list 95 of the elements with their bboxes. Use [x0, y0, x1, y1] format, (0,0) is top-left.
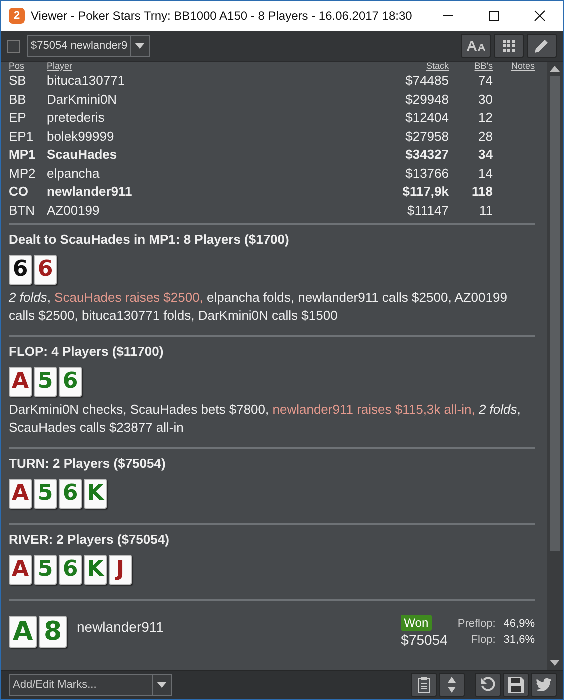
table-cell-text: $27958 — [404, 128, 449, 145]
scroll-up-icon[interactable] — [550, 66, 560, 72]
notes-button[interactable] — [411, 673, 437, 697]
table-cell-text: $34327 — [404, 146, 449, 164]
table-cell-text: $74485 — [404, 72, 449, 90]
table-cell-text: newlander911 — [47, 183, 134, 200]
table-cell-text: 34 — [478, 146, 494, 164]
playing-card: 6 — [59, 367, 82, 397]
equity-value: 46,9% — [504, 616, 535, 632]
save-icon — [508, 677, 524, 693]
table-cell-text: ScauHades — [47, 146, 118, 164]
street-heading: Dealt to ScauHades in MP1: 8 Players ($1700) — [9, 232, 290, 247]
bird-icon — [536, 678, 552, 692]
table-cell-text: 11 — [478, 202, 494, 219]
column-header[interactable]: BB's — [449, 62, 495, 71]
table-cell-text: MP1 — [9, 146, 37, 164]
playing-card: 6 — [34, 255, 57, 285]
hand-dropdown[interactable]: $75054 newlander9 — [27, 35, 150, 57]
playing-card: 5 — [34, 367, 57, 397]
table-cell-text: 28 — [478, 128, 494, 145]
playing-card: 8 — [39, 616, 67, 648]
maximize-icon — [488, 10, 500, 22]
playing-card: A — [9, 616, 37, 648]
equity-label: Flop: — [470, 632, 496, 648]
marks-dropdown[interactable]: Add/Edit Marks... — [9, 674, 172, 696]
action-text: DarKmini0N checks, ScauHades bets $7800, newlander911 raises $115,3k all-in, 2 folds, ScauHades calls $23877 all-in — [9, 401, 522, 437]
font-size-button[interactable] — [461, 34, 491, 58]
sort-button[interactable] — [439, 673, 465, 697]
playing-card: 6 — [59, 479, 82, 509]
pencil-icon — [535, 39, 549, 53]
column-header[interactable]: Pos — [9, 62, 47, 71]
table-cell-text: bituca130771 — [47, 72, 126, 90]
table-cell-text: DarKmini0N — [47, 90, 118, 108]
table-cell-text: 12 — [478, 109, 494, 126]
playing-card: K — [84, 479, 107, 509]
scroll-down-icon[interactable] — [550, 660, 560, 666]
table-cell-text: elpancha — [47, 164, 101, 182]
playing-card: A — [9, 479, 32, 509]
table-cell-text: $13766 — [404, 164, 449, 182]
table-cell-text: BTN — [9, 202, 36, 219]
column-header[interactable]: Stack — [369, 62, 449, 71]
window-title: Viewer - Poker Stars Trny: BB1000 A150 - 8 Players - 16.06.2017 18:30 — [31, 9, 414, 23]
column-header[interactable]: Player — [47, 62, 369, 71]
street-heading: RIVER: 2 Players ($75054) — [9, 532, 170, 547]
table-cell-text: $11147 — [406, 202, 449, 219]
table-cell-text: EP — [9, 109, 28, 126]
scroll-thumb[interactable] — [550, 76, 560, 551]
playing-card: J — [109, 555, 132, 585]
up-down-icon — [448, 677, 456, 693]
playing-card: A — [9, 555, 32, 585]
edit-button[interactable] — [527, 34, 557, 58]
table-cell-text: 118 — [471, 183, 494, 200]
table-cell-text: MP2 — [9, 164, 37, 182]
grid-button[interactable] — [494, 34, 524, 58]
won-amount: $75054 — [401, 632, 448, 648]
playing-card: 6 — [9, 255, 32, 285]
playing-card: K — [84, 555, 107, 585]
table-cell-text: 74 — [478, 72, 494, 90]
save-button[interactable] — [503, 673, 529, 697]
equity-value: 31,6% — [504, 632, 535, 648]
font-size-icon — [467, 41, 485, 51]
table-cell-text: $12404 — [404, 109, 449, 126]
table-cell-text: pretederis — [47, 109, 106, 126]
player-name: newlander911 — [77, 619, 164, 635]
checkbox[interactable] — [7, 40, 20, 52]
grid-icon — [503, 40, 515, 52]
playing-card: A — [9, 367, 32, 397]
street-heading: FLOP: 4 Players ($11700) — [9, 344, 165, 359]
app-logo-icon: 2 — [9, 8, 25, 24]
refresh-button[interactable] — [475, 673, 501, 697]
table-cell-text: SB — [9, 72, 28, 90]
table-cell-text: AZ00199 — [47, 202, 101, 219]
table-cell-text: bolek99999 — [47, 128, 116, 145]
table-cell-text: EP1 — [9, 128, 35, 145]
clipboard-icon — [418, 677, 430, 693]
table-cell-text: BB — [9, 90, 28, 108]
caret-icon — [157, 682, 167, 688]
playing-card: 5 — [34, 555, 57, 585]
caret-icon — [135, 43, 145, 49]
playing-card: 6 — [59, 555, 82, 585]
action-text: 2 folds, ScauHades raises $2500, elpancha folds, newlander911 calls $2500, AZ00199 calls $2500, bituca130771 folds, DarKmini0N calls $1500 — [9, 289, 508, 325]
equity-label: Preflop: — [458, 616, 496, 632]
refresh-icon — [480, 677, 496, 693]
playing-card: 5 — [34, 479, 57, 509]
share-button[interactable] — [531, 673, 557, 697]
street-heading: TURN: 2 Players ($75054) — [9, 456, 167, 471]
column-header[interactable]: Notes — [495, 62, 535, 71]
table-cell-text: 14 — [478, 164, 494, 182]
scrollbar[interactable] — [547, 62, 563, 670]
table-cell-text: $117,9k — [402, 183, 449, 200]
close-icon — [534, 10, 546, 22]
table-cell-text: $29948 — [404, 90, 449, 108]
table-cell-text: 30 — [478, 90, 494, 108]
won-badge: Won — [401, 615, 432, 631]
table-cell-text: CO — [9, 183, 30, 200]
